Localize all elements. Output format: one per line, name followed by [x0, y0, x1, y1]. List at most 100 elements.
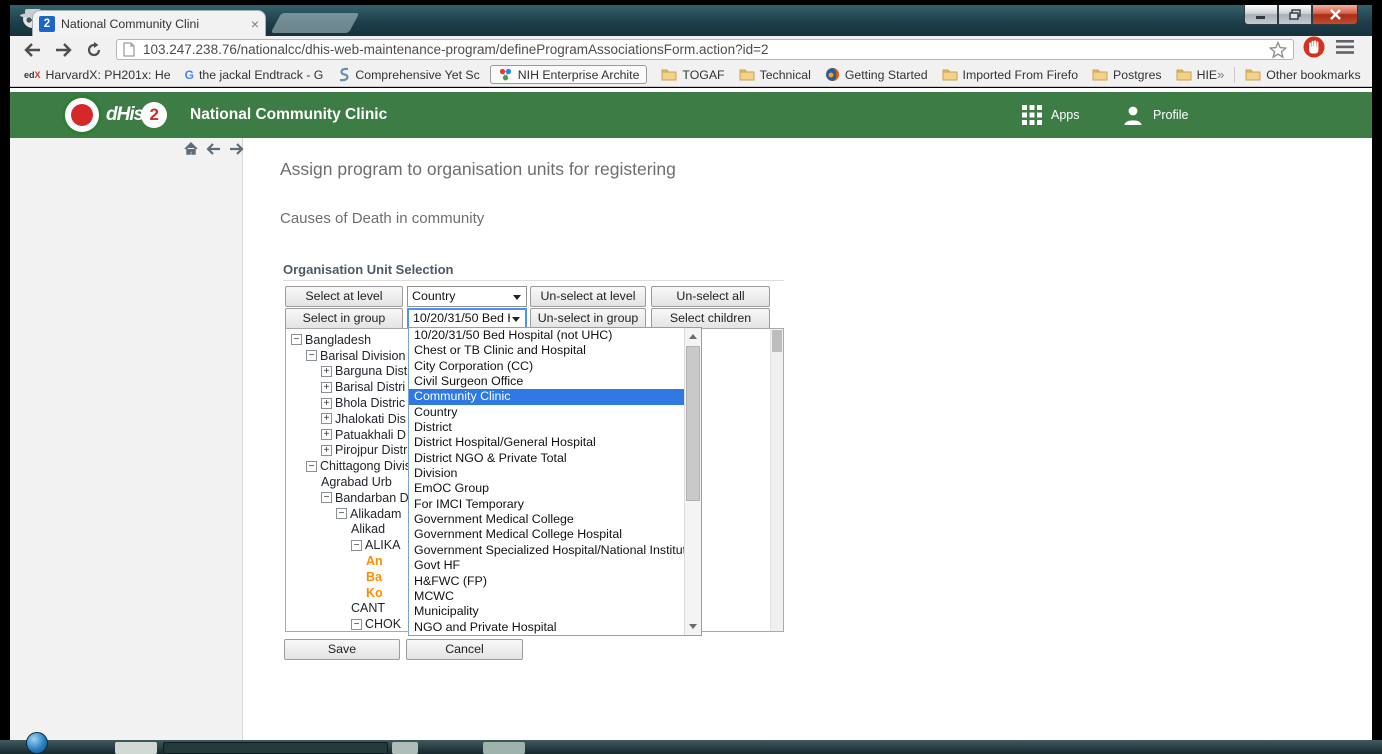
minimize-button[interactable]	[1244, 5, 1278, 25]
group-option[interactable]: 10/20/31/50 Bed Hospital (not UHC)	[409, 328, 684, 343]
taskbar-item[interactable]	[483, 742, 525, 754]
url-bar[interactable]: 103.247.238.76/nationalcc/dhis-web-maint…	[116, 39, 1294, 60]
bookmark-item[interactable]: edXHarvardX: PH201x: He	[24, 68, 171, 82]
bookmark-item[interactable]: Gthe jackal Endtrack - G	[185, 68, 324, 82]
group-option[interactable]: Government Medical College Hospital	[409, 527, 684, 542]
group-option[interactable]: Government Specialized Hospital/National…	[409, 543, 684, 558]
expand-icon[interactable]: +	[321, 413, 332, 424]
collapse-icon[interactable]: −	[351, 619, 362, 630]
new-tab-button[interactable]	[271, 13, 360, 33]
dropdown-scrollbar[interactable]	[684, 328, 701, 635]
cancel-button[interactable]: Cancel	[406, 639, 523, 660]
collapse-icon[interactable]: −	[351, 540, 362, 551]
collapse-icon[interactable]: −	[321, 492, 332, 503]
browser-tab[interactable]: 2 National Community Clini ×	[32, 10, 266, 36]
collapse-icon[interactable]: −	[291, 334, 302, 345]
tree-node-label[interactable]: Barisal Division	[320, 349, 405, 363]
tree-node-label[interactable]: Bandarban D	[335, 491, 409, 505]
tree-node-label[interactable]: Barisal Distri	[335, 380, 405, 394]
collapse-icon[interactable]: −	[336, 508, 347, 519]
unselect-all-button[interactable]: Un-select all	[651, 286, 770, 307]
group-option[interactable]: District NGO & Private Total	[409, 451, 684, 466]
group-option[interactable]: Municipality	[409, 604, 684, 619]
group-option[interactable]: Govt HF	[409, 558, 684, 573]
taskbar-item[interactable]	[163, 742, 388, 754]
tree-node-label[interactable]: Bhola Distric	[335, 396, 405, 410]
unselect-in-group-button[interactable]: Un-select in group	[530, 308, 646, 329]
bookmark-item[interactable]: Technical	[739, 68, 811, 82]
bookmarks-overflow-icon[interactable]: »	[1217, 67, 1224, 82]
home-icon[interactable]	[184, 142, 198, 155]
other-bookmarks-button[interactable]: Other bookmarks	[1245, 68, 1360, 82]
group-option[interactable]: Civil Surgeon Office	[409, 374, 684, 389]
expand-icon[interactable]: +	[321, 445, 332, 456]
tree-scrollbar[interactable]	[770, 329, 783, 631]
expand-icon[interactable]: +	[321, 382, 332, 393]
bookmark-item[interactable]: Comprehensive Yet Sc	[337, 67, 479, 82]
group-option[interactable]: Government Medical College	[409, 512, 684, 527]
tree-node-label[interactable]: Alikadam	[350, 507, 401, 521]
group-option[interactable]: For IMCI Temporary	[409, 497, 684, 512]
group-option[interactable]: Community Clinic	[409, 389, 684, 404]
tree-node-label[interactable]: CHOK	[365, 617, 401, 631]
start-button[interactable]	[26, 732, 48, 754]
unselect-at-level-button[interactable]: Un-select at level	[530, 286, 646, 307]
bookmark-star-icon[interactable]	[1269, 41, 1287, 59]
tree-node-label[interactable]: ALIKA	[365, 538, 400, 552]
tab-close-icon[interactable]: ×	[251, 17, 259, 31]
dropdown-scrollbar-thumb[interactable]	[686, 346, 700, 501]
tree-node-label[interactable]: Chittagong Divis	[320, 459, 411, 473]
nav-forward-icon[interactable]	[229, 143, 244, 155]
bookmark-item[interactable]: NIH Enterprise Archite	[490, 65, 648, 84]
tree-node-label[interactable]: Pirojpur Distr	[335, 443, 407, 457]
collapse-icon[interactable]: −	[306, 461, 317, 472]
group-option[interactable]: H&FWC (FP)	[409, 574, 684, 589]
taskbar-item[interactable]	[115, 742, 157, 754]
group-option[interactable]: District	[409, 420, 684, 435]
menu-button[interactable]	[1336, 40, 1354, 59]
tree-node-label[interactable]: Ko	[366, 586, 383, 600]
expand-icon[interactable]: +	[321, 366, 332, 377]
tree-node-label[interactable]: Alikad	[351, 522, 385, 536]
restore-button[interactable]	[1278, 5, 1312, 25]
profile-button[interactable]: Profile	[1122, 104, 1188, 126]
reload-button[interactable]	[86, 42, 102, 58]
taskbar-item[interactable]	[392, 742, 418, 754]
group-option[interactable]: Country	[409, 405, 684, 420]
select-at-level-button[interactable]: Select at level	[285, 286, 403, 307]
bookmark-item[interactable]: TOGAF	[661, 68, 724, 82]
close-button[interactable]	[1312, 5, 1358, 25]
level-select[interactable]: Country	[407, 286, 527, 307]
group-option[interactable]: City Corporation (CC)	[409, 359, 684, 374]
forward-button[interactable]	[55, 43, 72, 57]
tree-node-label[interactable]: CANT	[351, 601, 385, 615]
bookmark-item[interactable]: Imported From Firefo	[942, 68, 1078, 82]
tree-node-label[interactable]: Agrabad Urb	[321, 475, 392, 489]
group-select[interactable]: 10/20/31/50 Bed H	[407, 308, 527, 329]
select-in-group-button[interactable]: Select in group	[285, 308, 403, 329]
tree-node-label[interactable]: Barguna Dist	[335, 364, 407, 378]
scroll-down-icon[interactable]	[685, 619, 701, 634]
tree-node-label[interactable]: An	[366, 554, 383, 568]
stop-hand-extension-button[interactable]	[1302, 35, 1326, 64]
group-option[interactable]: EmOC Group	[409, 481, 684, 496]
bookmark-item[interactable]: Getting Started	[825, 67, 928, 82]
bookmark-item[interactable]: Postgres	[1092, 68, 1162, 82]
expand-icon[interactable]: +	[321, 429, 332, 440]
group-option[interactable]: District Hospital/General Hospital	[409, 435, 684, 450]
select-children-button[interactable]: Select children	[651, 308, 770, 329]
group-option[interactable]: NGO and Private Hospital	[409, 620, 684, 635]
back-button[interactable]	[24, 43, 41, 57]
group-option[interactable]: Chest or TB Clinic and Hospital	[409, 343, 684, 358]
tree-node-label[interactable]: Bangladesh	[305, 333, 371, 347]
url-text[interactable]: 103.247.238.76/nationalcc/dhis-web-maint…	[143, 42, 1269, 57]
group-option[interactable]: Division	[409, 466, 684, 481]
tree-node-label[interactable]: Ba	[366, 570, 382, 584]
expand-icon[interactable]: +	[321, 398, 332, 409]
group-option[interactable]: MCWC	[409, 589, 684, 604]
apps-button[interactable]: Apps	[1022, 105, 1080, 125]
scroll-up-icon[interactable]	[685, 329, 701, 344]
save-button[interactable]: Save	[284, 639, 400, 660]
tree-scrollbar-thumb[interactable]	[772, 330, 782, 352]
bookmark-item[interactable]: HIE	[1176, 68, 1218, 82]
